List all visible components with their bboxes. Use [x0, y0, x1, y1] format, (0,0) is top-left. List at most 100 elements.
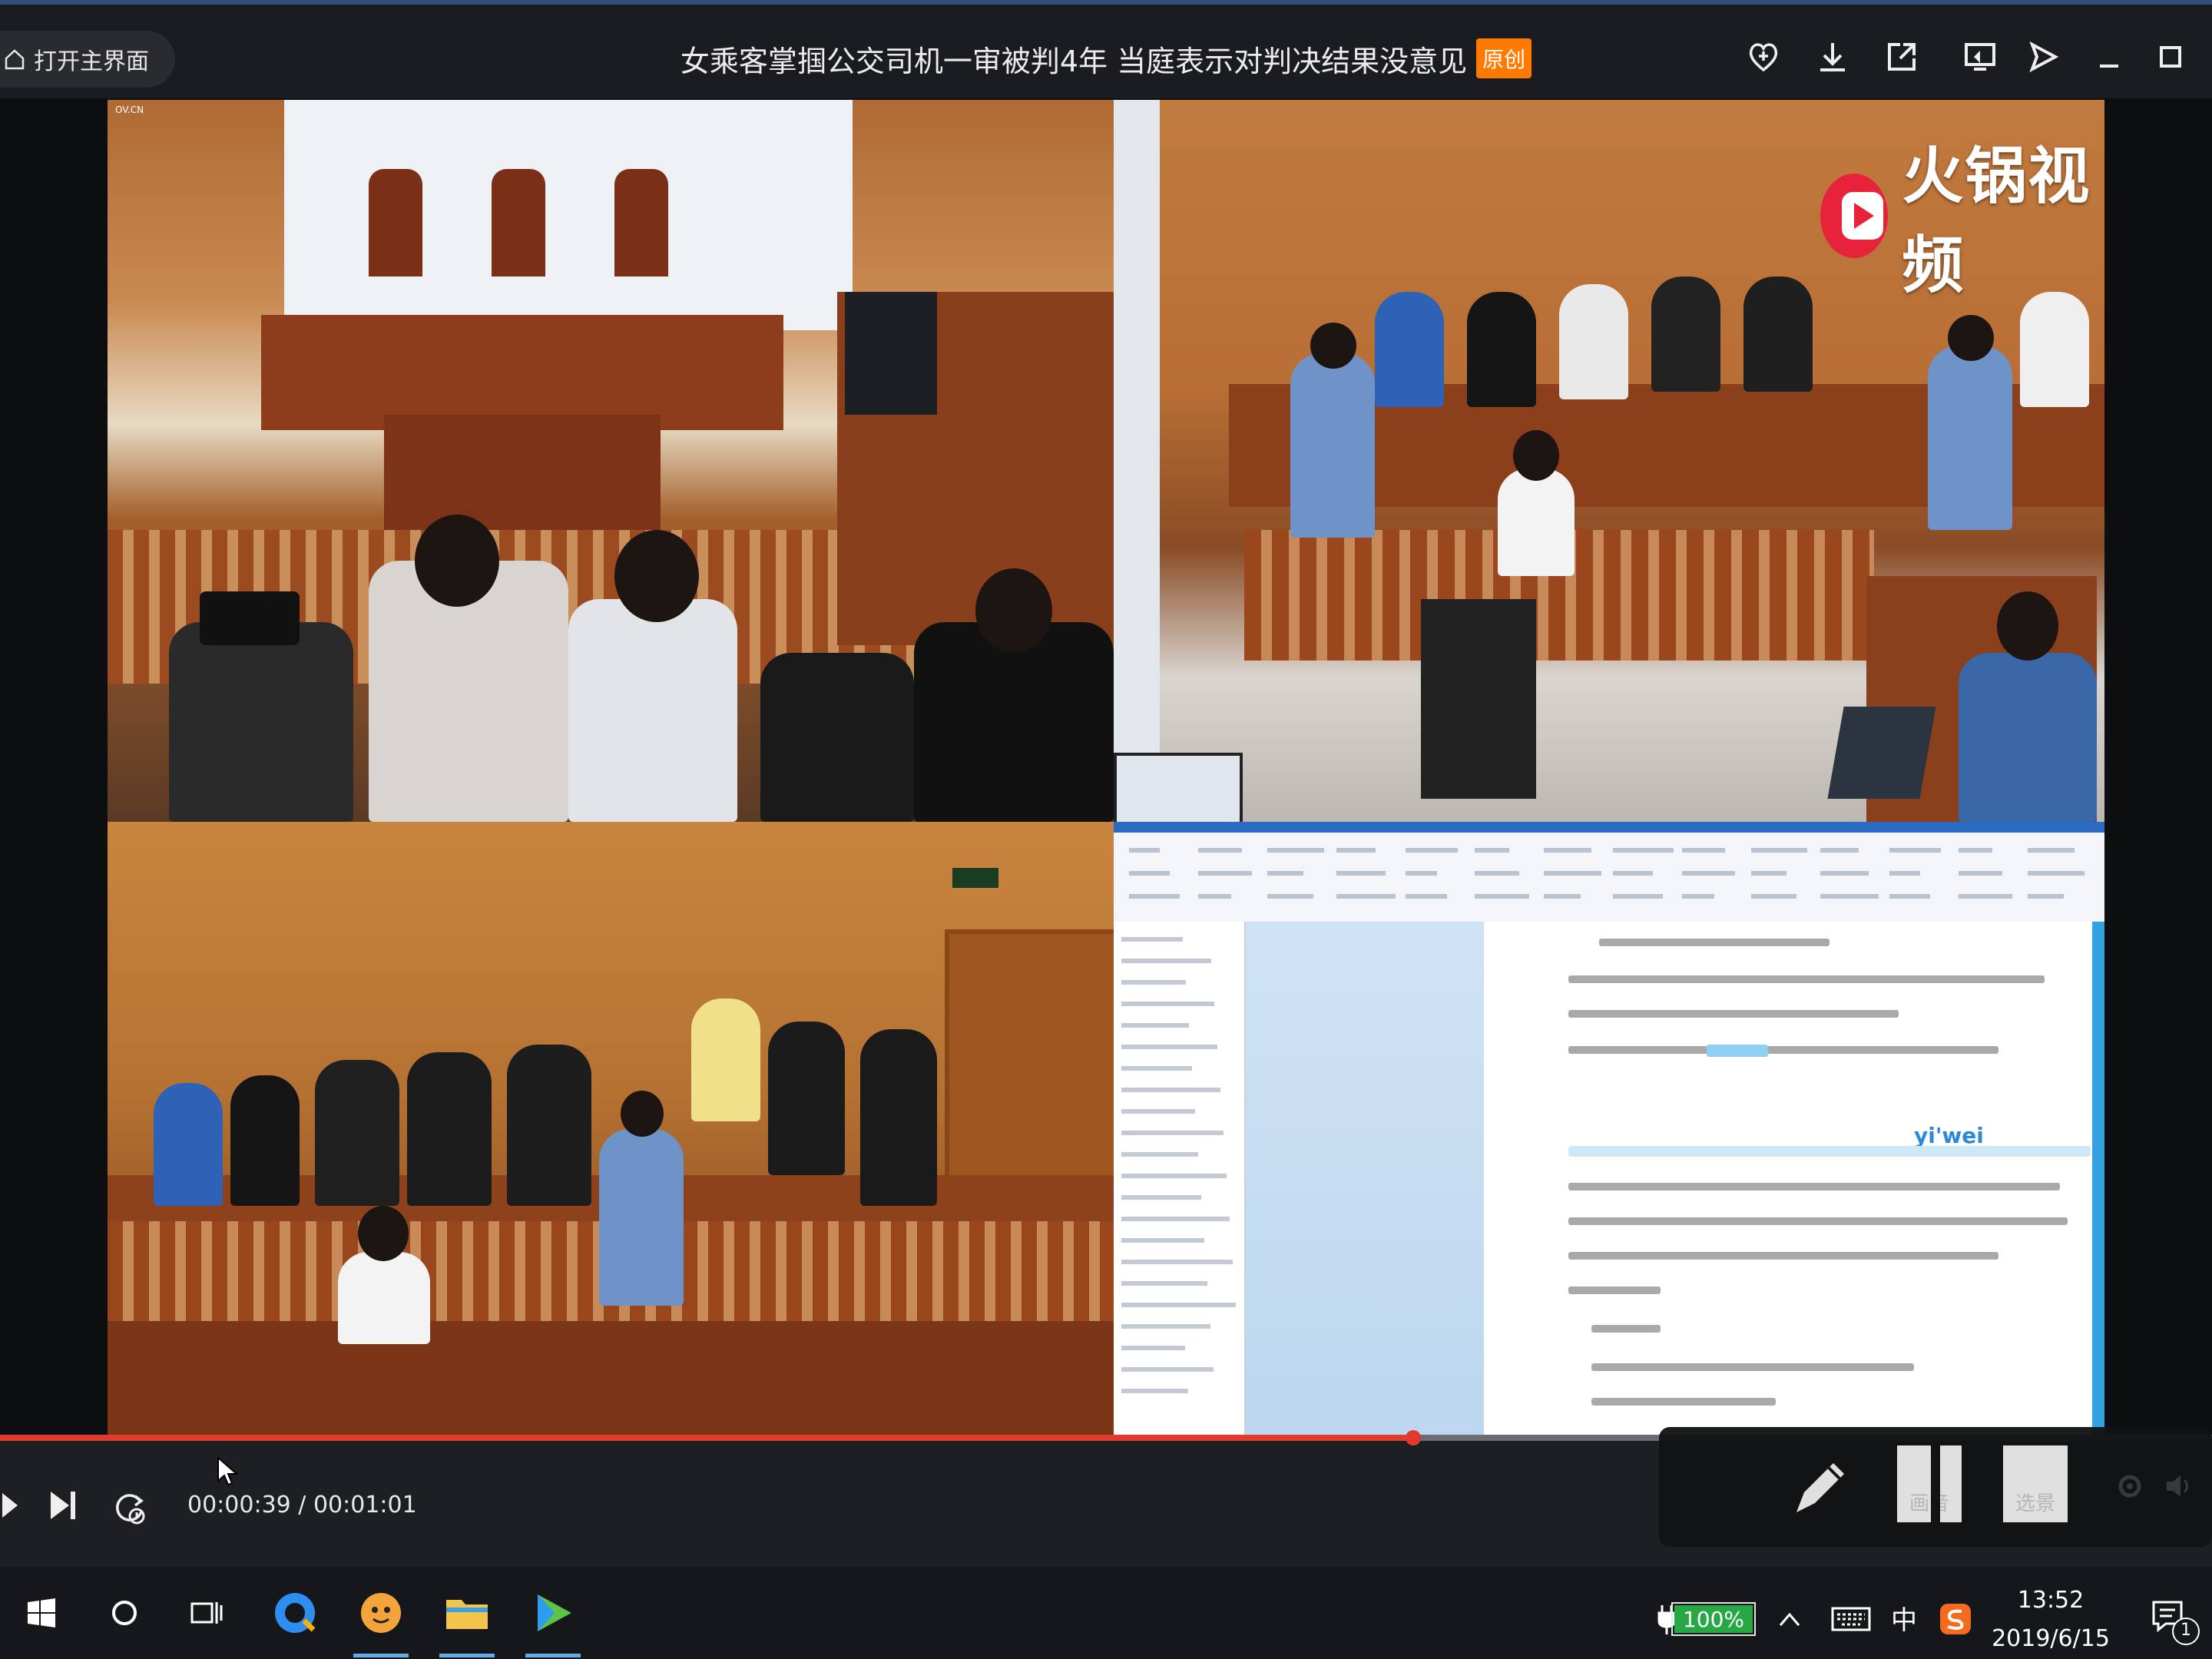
- spectator: [1375, 292, 1444, 407]
- document-scrollbar: [2092, 922, 2104, 1435]
- document-text-line: [1591, 1325, 1661, 1333]
- current-time: 00:00:39: [187, 1492, 291, 1518]
- ribbon-control: [1959, 894, 2012, 899]
- courtroom-door: [945, 929, 1114, 1215]
- clock-date[interactable]: 2019/6/15: [1966, 1625, 2135, 1652]
- folder-icon: [446, 1600, 488, 1629]
- ime-candidate-text: yi'wei: [1914, 1123, 1984, 1148]
- ribbon-control: [2028, 894, 2064, 899]
- audio-capture-label: 画音: [1909, 1492, 1949, 1515]
- camera-operator: [507, 1045, 591, 1206]
- huoguo-watermark: 火锅视频: [1820, 141, 2104, 301]
- ribbon-control: [1406, 871, 1437, 876]
- ribbon-control: [1267, 894, 1313, 899]
- document-gutter: [1246, 922, 1484, 1435]
- ribbon-control: [1682, 894, 1714, 899]
- minimize-button[interactable]: [2086, 34, 2132, 80]
- ribbon-control: [1820, 848, 1859, 853]
- notification-center-button[interactable]: 1: [2143, 1591, 2204, 1653]
- task-view-button[interactable]: [171, 1576, 244, 1650]
- chevron-up-icon[interactable]: [1777, 1610, 1802, 1628]
- ribbon-control: [1959, 848, 1992, 853]
- judge-chair: [614, 169, 668, 276]
- qq-chat-button[interactable]: [344, 1576, 418, 1657]
- camera-operator: [315, 1060, 399, 1206]
- annotate-button[interactable]: [1785, 1449, 1859, 1522]
- police-head: [621, 1091, 664, 1137]
- windows-logo-icon: [28, 1598, 55, 1628]
- scene-select-button[interactable]: 选景: [2003, 1445, 2068, 1522]
- ribbon-control: [1336, 848, 1376, 853]
- audio-capture-button[interactable]: 画音: [1897, 1445, 1962, 1522]
- share-button[interactable]: [1879, 34, 1925, 80]
- ribbon-control: [1475, 894, 1529, 899]
- photographer: [860, 1029, 937, 1206]
- ribbon-control: [1406, 894, 1447, 899]
- next-button[interactable]: [41, 1484, 84, 1527]
- spectator: [760, 653, 914, 822]
- spectator: [1743, 276, 1813, 392]
- loop-button[interactable]: [106, 1484, 152, 1530]
- nav-pane-line: [1121, 980, 1186, 985]
- ribbon-control: [1820, 894, 1879, 899]
- file-explorer-button[interactable]: [430, 1576, 504, 1657]
- volume-icon: [2167, 1475, 2188, 1497]
- document-text-line: [1568, 1286, 1661, 1294]
- windows-taskbar: [0, 1567, 2212, 1659]
- huoguo-logo-icon: [1820, 174, 1889, 258]
- nav-pane-line: [1121, 1045, 1217, 1049]
- floating-tool-panel: 画音 选景: [1659, 1427, 2212, 1547]
- battery-indicator[interactable]: 100%: [1671, 1602, 1756, 1636]
- judge-chair: [492, 169, 545, 276]
- open-home-button[interactable]: 打开主界面: [0, 31, 175, 88]
- nav-pane-line: [1121, 1346, 1185, 1350]
- keyboard-icon[interactable]: [1831, 1607, 1871, 1631]
- video-frame[interactable]: OV.CN yi'wei 火锅视频: [108, 100, 2104, 1435]
- nav-pane-line: [1121, 937, 1183, 942]
- volume-button[interactable]: [2160, 1467, 2198, 1505]
- police-head: [1310, 323, 1356, 369]
- cortana-button[interactable]: [88, 1576, 161, 1650]
- spectator: [568, 599, 737, 822]
- qq-browser-button[interactable]: [258, 1576, 332, 1650]
- ribbon-control: [1959, 871, 2002, 876]
- download-button[interactable]: [1810, 34, 1856, 80]
- send-button[interactable]: [2020, 34, 2066, 80]
- laptop: [1827, 707, 1936, 799]
- ime-mode-indicator[interactable]: 中: [1891, 1599, 1917, 1637]
- spectator: [2020, 292, 2089, 407]
- gear-icon: [2118, 1475, 2141, 1498]
- open-home-label: 打开主界面: [34, 48, 149, 75]
- police-officer: [1928, 346, 2012, 530]
- ribbon-control: [1267, 848, 1324, 853]
- document-text-line: [1599, 939, 1830, 946]
- document-page: yi'wei: [1484, 922, 2092, 1435]
- progress-knob[interactable]: [1406, 1430, 1421, 1445]
- media-player-button[interactable]: [516, 1576, 590, 1657]
- ribbon-control: [1751, 871, 1786, 876]
- play-button[interactable]: [0, 1482, 23, 1528]
- maximize-button[interactable]: [2147, 34, 2194, 80]
- ribbon-control: [1889, 894, 1930, 899]
- highlighted-text: [1707, 1045, 1768, 1057]
- nav-pane-line: [1121, 1389, 1188, 1393]
- settings-button[interactable]: [2111, 1467, 2149, 1505]
- spectator-head: [415, 515, 499, 607]
- cast-button[interactable]: [1957, 34, 2003, 80]
- nav-pane-line: [1121, 1109, 1195, 1114]
- start-button[interactable]: [5, 1576, 78, 1650]
- ribbon-control: [1820, 871, 1869, 876]
- ribbon-control: [1889, 848, 1941, 853]
- front-rail: [108, 1321, 1114, 1435]
- clock-time[interactable]: 13:52: [1966, 1587, 2135, 1614]
- ribbon-control: [1198, 894, 1231, 899]
- ribbon-control: [1751, 894, 1796, 899]
- maximize-icon: [2160, 46, 2181, 68]
- nav-pane-line: [1121, 1023, 1189, 1028]
- time-separator: /: [290, 1492, 313, 1518]
- favorite-button[interactable]: [1740, 34, 1786, 80]
- ribbon-control: [1751, 848, 1807, 853]
- ribbon-control: [2028, 848, 2075, 853]
- notification-count: 1: [2172, 1618, 2200, 1645]
- nav-pane-line: [1121, 1174, 1227, 1178]
